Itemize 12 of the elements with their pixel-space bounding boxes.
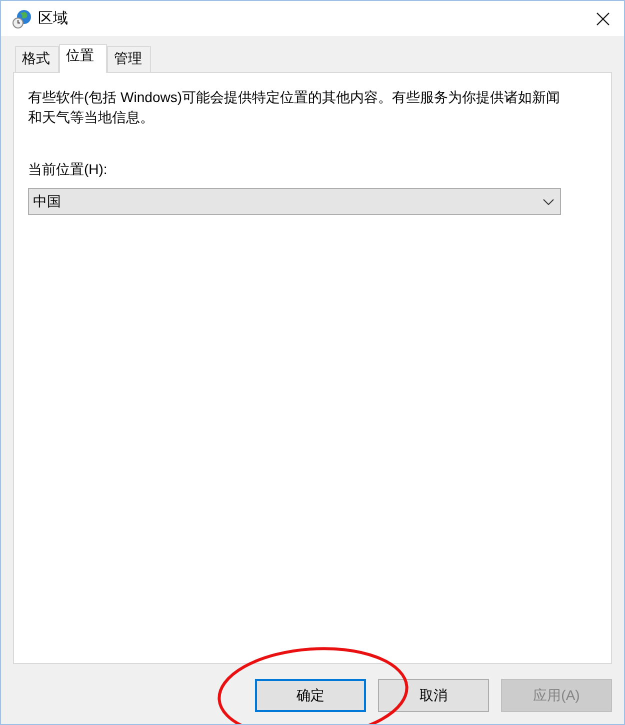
globe-clock-icon: [12, 8, 32, 28]
tab[interactable]: 管理: [107, 46, 151, 72]
window-title: 区域: [38, 9, 69, 28]
location-dropdown[interactable]: 中国: [28, 188, 561, 215]
dialog-button[interactable]: 确定: [255, 679, 366, 712]
close-icon[interactable]: [596, 12, 610, 26]
dialog-button[interactable]: 取消: [378, 679, 489, 712]
tab[interactable]: 格式: [15, 46, 59, 72]
description-text: 有些软件(包括 Windows)可能会提供特定位置的其他内容。有些服务为你提供诸如新闻和天气等当地信息。: [28, 88, 562, 127]
tab[interactable]: 位置: [59, 44, 107, 73]
location-label: 当前位置(H):: [28, 161, 108, 179]
chevron-down-icon: [543, 198, 554, 204]
